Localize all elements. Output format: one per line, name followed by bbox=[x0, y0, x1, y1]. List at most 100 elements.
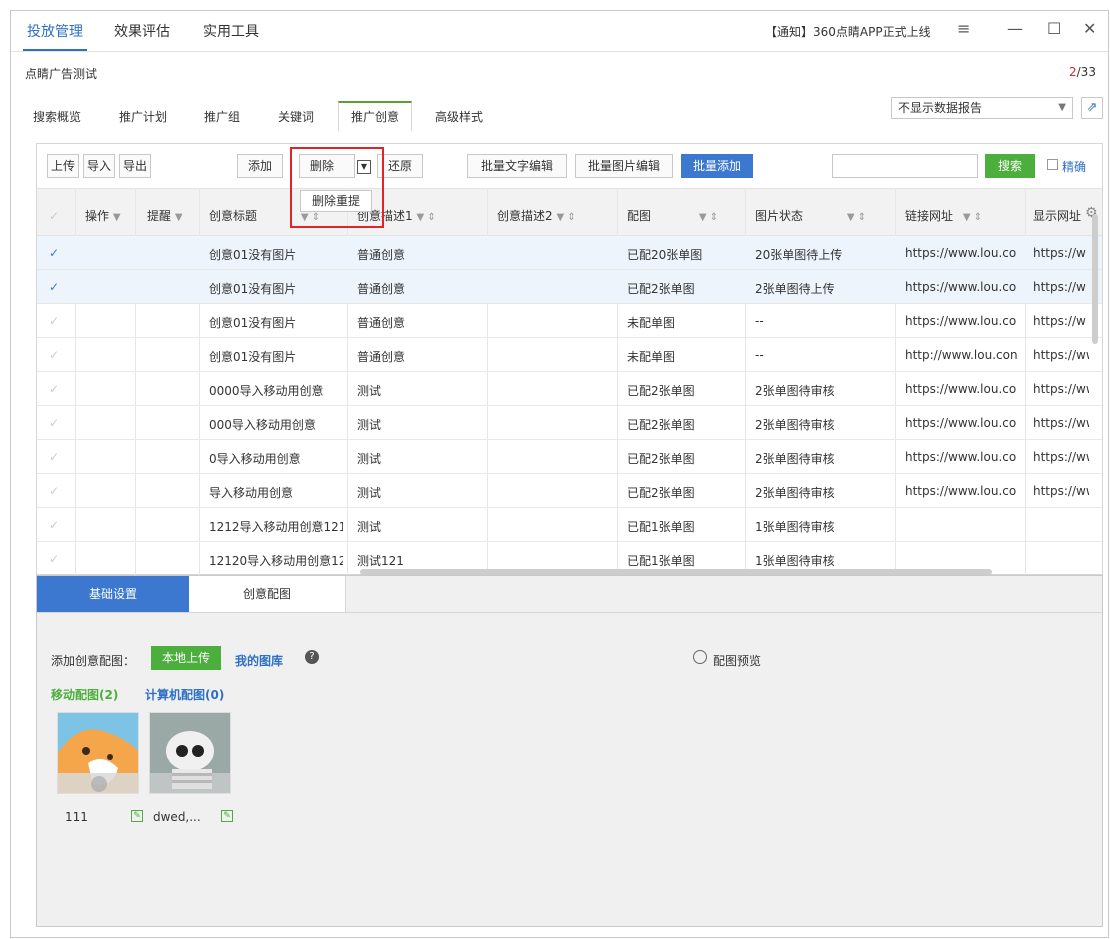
table-row[interactable]: ✓ 0000导入移动用创意 测试 已配2张单图 2张单图待审核 https://www.l… bbox=[37, 372, 1102, 406]
row-checkbox[interactable]: ✓ bbox=[49, 484, 59, 498]
notice-link[interactable]: 【通知】360点睛APP正式上线 bbox=[765, 23, 931, 40]
batch-text-edit-button[interactable]: 批量文字编辑 bbox=[467, 154, 567, 178]
tab-keyword[interactable]: 关键词 bbox=[278, 108, 314, 125]
row-checkbox[interactable]: ✓ bbox=[49, 552, 59, 566]
table-header: ✓ 操作 ▼ 提醒 ▼ 创意标题 ▼ ⇕ 创意描述1 ▼ ⇕ 创意描述2 ▼ ⇕… bbox=[37, 188, 1102, 236]
page-indicator: 2/33 bbox=[1069, 65, 1096, 79]
batch-add-button[interactable]: 批量添加 bbox=[681, 154, 753, 178]
batch-image-edit-button[interactable]: 批量图片编辑 bbox=[575, 154, 673, 178]
cell-desc1: 普通创意 bbox=[357, 282, 406, 296]
mobile-images-tab[interactable]: 移动配图(2) bbox=[51, 686, 118, 703]
table-row[interactable]: ✓ 0导入移动用创意 测试 已配2张单图 2张单图待审核 https://www.lou.… bbox=[37, 440, 1102, 474]
hamburger-icon[interactable]: ≡ bbox=[957, 19, 970, 38]
cell-img: 已配2张单图 bbox=[627, 452, 695, 466]
table-row[interactable]: ✓ 000导入移动用创意 测试 已配2张单图 2张单图待审核 https://www.lo… bbox=[37, 406, 1102, 440]
row-checkbox[interactable]: ✓ bbox=[49, 280, 59, 294]
table-row[interactable]: ✓ 导入移动用创意 测试 已配2张单图 2张单图待审核 https://www.lou.c… bbox=[37, 474, 1102, 508]
image-thumb-cat[interactable] bbox=[149, 712, 231, 794]
col-operation[interactable]: 操作 ▼ bbox=[85, 207, 121, 224]
col-desc2[interactable]: 创意描述2 ▼ ⇕ bbox=[497, 207, 576, 224]
row-checkbox[interactable]: ✓ bbox=[49, 314, 59, 328]
cell-title: 000导入移动用创意 bbox=[209, 418, 316, 432]
cell-desc1: 测试 bbox=[357, 452, 382, 466]
preview-link[interactable]: 配图预览 bbox=[713, 652, 761, 669]
tab-creative-images[interactable]: 创意配图 bbox=[189, 576, 346, 612]
search-input[interactable] bbox=[832, 154, 978, 178]
close-icon[interactable]: ✕ bbox=[1083, 19, 1096, 38]
row-checkbox[interactable]: ✓ bbox=[49, 416, 59, 430]
add-button[interactable]: 添加 bbox=[237, 154, 283, 178]
local-upload-button[interactable]: 本地上传 bbox=[151, 646, 221, 670]
table-row[interactable]: ✓ 1212导入移动用创意1212 测试 已配1张单图 1张单图待审核 bbox=[37, 508, 1102, 542]
dog-photo bbox=[58, 713, 138, 793]
edit-icon[interactable]: ✎ bbox=[131, 810, 143, 822]
cell-img: 未配单图 bbox=[627, 316, 676, 330]
row-checkbox[interactable]: ✓ bbox=[49, 382, 59, 396]
add-images-label: 添加创意配图： bbox=[51, 654, 136, 668]
col-reminder[interactable]: 提醒 ▼ bbox=[147, 207, 183, 224]
preview-eye-icon[interactable] bbox=[693, 650, 707, 664]
cell-desc1: 测试121 bbox=[357, 554, 404, 568]
search-button[interactable]: 搜索 bbox=[985, 154, 1035, 178]
import-button[interactable]: 导入 bbox=[83, 154, 115, 178]
upload-button[interactable]: 上传 bbox=[47, 154, 79, 178]
row-checkbox[interactable]: ✓ bbox=[49, 246, 59, 260]
col-image-status[interactable]: 图片状态 ▼ ⇕ bbox=[755, 207, 866, 224]
exact-checkbox[interactable] bbox=[1047, 159, 1058, 170]
cell-link: https://www.lou.co bbox=[905, 382, 1017, 396]
cell-status: 2张单图待审核 bbox=[755, 486, 835, 500]
cell-display: https://ww bbox=[1033, 416, 1089, 430]
table-row[interactable]: ✓ 创意01没有图片 普通创意 未配单图 -- http://www.lou.con htt… bbox=[37, 338, 1102, 372]
report-select[interactable]: 不显示数据报告 ▼ bbox=[891, 97, 1073, 119]
vertical-scrollbar[interactable] bbox=[1092, 214, 1098, 344]
chevron-down-icon: ▼ bbox=[1058, 102, 1066, 113]
report-select-value: 不显示数据报告 bbox=[898, 101, 983, 115]
my-gallery-link[interactable]: 我的图库 bbox=[235, 652, 283, 669]
tab-basic-settings[interactable]: 基础设置 bbox=[37, 576, 189, 612]
select-all-checkbox[interactable]: ✓ bbox=[49, 209, 59, 223]
image-name-1: 111 bbox=[65, 810, 88, 824]
image-thumb-dog[interactable] bbox=[57, 712, 139, 794]
row-checkbox[interactable]: ✓ bbox=[49, 348, 59, 362]
edit-icon[interactable]: ✎ bbox=[221, 810, 233, 822]
row-checkbox[interactable]: ✓ bbox=[49, 450, 59, 464]
exact-label: 精确 bbox=[1062, 160, 1087, 174]
cell-link: https://www.lou.co bbox=[905, 450, 1017, 464]
col-image[interactable]: 配图 ▼ ⇕ bbox=[627, 207, 718, 224]
menu-effect-evaluation[interactable]: 效果评估 bbox=[114, 21, 170, 41]
menu-campaign-management[interactable]: 投放管理 bbox=[23, 21, 87, 51]
cell-status: 20张单图待上传 bbox=[755, 248, 843, 262]
cell-status: 1张单图待审核 bbox=[755, 554, 835, 568]
cell-display: https://w bbox=[1033, 246, 1086, 260]
tab-plan[interactable]: 推广计划 bbox=[119, 108, 167, 125]
cell-img: 已配1张单图 bbox=[627, 554, 695, 568]
cell-title: 创意01没有图片 bbox=[209, 282, 297, 296]
col-display-url[interactable]: 显示网址 bbox=[1033, 207, 1085, 224]
page-current: 2 bbox=[1069, 65, 1077, 79]
tab-search-overview[interactable]: 搜索概览 bbox=[33, 108, 81, 125]
tab-creative[interactable]: 推广创意 bbox=[338, 101, 413, 131]
help-icon[interactable]: ? bbox=[305, 650, 319, 664]
creative-detail-panel: 基础设置 创意配图 添加创意配图： 本地上传 我的图库 ? 配图预览 移动配图(… bbox=[36, 575, 1103, 927]
pc-images-tab[interactable]: 计算机配图(0) bbox=[145, 686, 224, 703]
row-checkbox[interactable]: ✓ bbox=[49, 518, 59, 532]
table-row[interactable]: ✓ 创意01没有图片 普通创意 已配20张单图 20张单图待上传 https://www.… bbox=[37, 236, 1102, 270]
tab-advanced-style[interactable]: 高级样式 bbox=[435, 108, 483, 125]
export-button[interactable]: 导出 bbox=[119, 154, 151, 178]
cell-desc1: 普通创意 bbox=[357, 350, 406, 364]
cell-title: 创意01没有图片 bbox=[209, 248, 297, 262]
cell-display: https://ww bbox=[1033, 382, 1089, 396]
cell-status: 2张单图待审核 bbox=[755, 418, 835, 432]
table-row[interactable]: ✓ 创意01没有图片 普通创意 已配2张单图 2张单图待上传 https://www.lo… bbox=[37, 270, 1102, 304]
export-report-icon[interactable]: ⇗ bbox=[1081, 97, 1103, 119]
cell-img: 已配20张单图 bbox=[627, 248, 703, 262]
maximize-icon[interactable]: ☐ bbox=[1047, 19, 1061, 38]
cell-title: 0导入移动用创意 bbox=[209, 452, 301, 466]
menu-tools[interactable]: 实用工具 bbox=[203, 21, 259, 41]
col-link-url[interactable]: 链接网址 ▼ ⇕ bbox=[905, 207, 982, 224]
minimize-icon[interactable]: — bbox=[1007, 19, 1023, 38]
cell-img: 已配2张单图 bbox=[627, 486, 695, 500]
cell-title: 创意01没有图片 bbox=[209, 316, 297, 330]
table-row[interactable]: ✓ 创意01没有图片 普通创意 未配单图 -- https://www.lou.co htt… bbox=[37, 304, 1102, 338]
tab-group[interactable]: 推广组 bbox=[204, 108, 240, 125]
